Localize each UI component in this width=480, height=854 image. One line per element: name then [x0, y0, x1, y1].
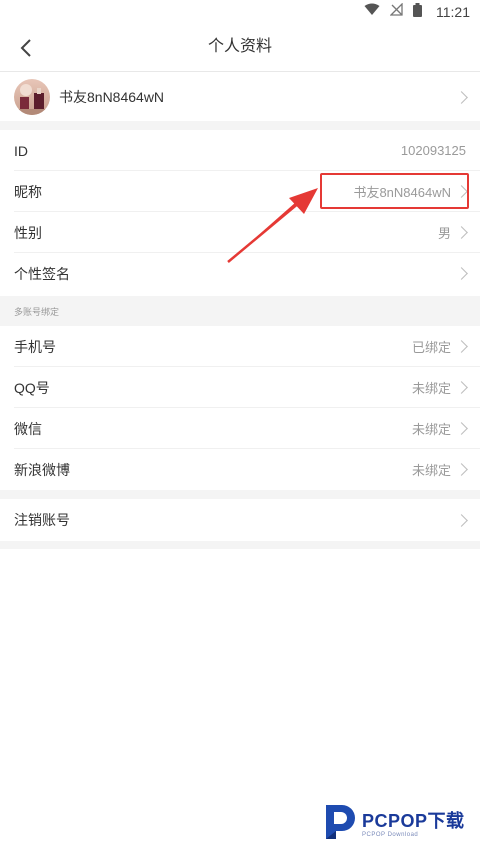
section-gap	[0, 490, 480, 499]
chevron-right-icon	[455, 513, 468, 527]
row-gender[interactable]: 性别 男	[0, 212, 480, 253]
row-label: 注销账号	[14, 512, 70, 528]
row-wechat[interactable]: 微信 未绑定	[0, 408, 480, 449]
binding-status: 未绑定	[412, 378, 468, 397]
gender-value: 男	[438, 223, 468, 242]
watermark-brand: PCPOP下载	[362, 810, 465, 831]
binding-status: 已绑定	[412, 337, 468, 356]
chevron-right-icon	[455, 381, 468, 394]
page-title: 个人资料	[207, 38, 272, 55]
section-gap	[0, 121, 480, 130]
binding-status: 未绑定	[412, 419, 468, 438]
wifi-icon	[364, 3, 380, 21]
chevron-right-icon	[455, 422, 468, 435]
id-value: 102093125	[400, 143, 466, 158]
status-bar: 11:21	[0, 0, 480, 24]
watermark-sub: PCPOP Download	[362, 831, 419, 838]
row-label: 新浪微博	[14, 461, 70, 478]
profile-row[interactable]: 书友8nN8464wN	[0, 73, 480, 121]
chevron-right-icon	[455, 267, 468, 280]
row-qq[interactable]: QQ号 未绑定	[0, 367, 480, 408]
row-signature[interactable]: 个性签名	[0, 253, 480, 294]
row-label: 性别	[14, 224, 42, 241]
section-header-account-binding: 多账号绑定	[0, 296, 480, 326]
signature-value	[451, 267, 468, 280]
nickname-value: 书友8nN8464wN	[353, 182, 468, 201]
profile-name: 书友8nN8464wN	[59, 89, 165, 105]
row-label: 个性签名	[14, 265, 70, 282]
chevron-right-icon	[455, 340, 468, 353]
chevron-right-icon	[455, 463, 468, 476]
chevron-right-icon	[455, 226, 468, 239]
avatar[interactable]	[14, 79, 50, 115]
binding-status: 未绑定	[412, 460, 468, 479]
no-signal-icon	[389, 2, 403, 21]
row-id: ID 102093125	[0, 130, 480, 171]
row-cancel-account[interactable]: 注销账号	[0, 499, 480, 541]
section-gap	[0, 541, 480, 549]
cancel-account-chevron	[451, 513, 468, 527]
chevron-right-icon	[455, 185, 468, 198]
row-nickname[interactable]: 昵称 书友8nN8464wN	[0, 171, 480, 212]
row-label: 昵称	[14, 183, 42, 200]
row-label: QQ号	[14, 379, 50, 396]
row-label: ID	[14, 142, 28, 159]
battery-icon	[413, 2, 422, 22]
status-time: 11:21	[436, 4, 470, 20]
row-label: 微信	[14, 420, 42, 437]
watermark: PCPOP下载 PCPOP Download	[322, 800, 474, 844]
nav-bar: 个人资料	[0, 24, 480, 72]
chevron-right-icon	[451, 90, 468, 104]
row-weibo[interactable]: 新浪微博 未绑定	[0, 449, 480, 490]
row-label: 手机号	[14, 338, 56, 355]
pcpop-logo-icon	[326, 805, 355, 839]
row-phone[interactable]: 手机号 已绑定	[0, 326, 480, 367]
